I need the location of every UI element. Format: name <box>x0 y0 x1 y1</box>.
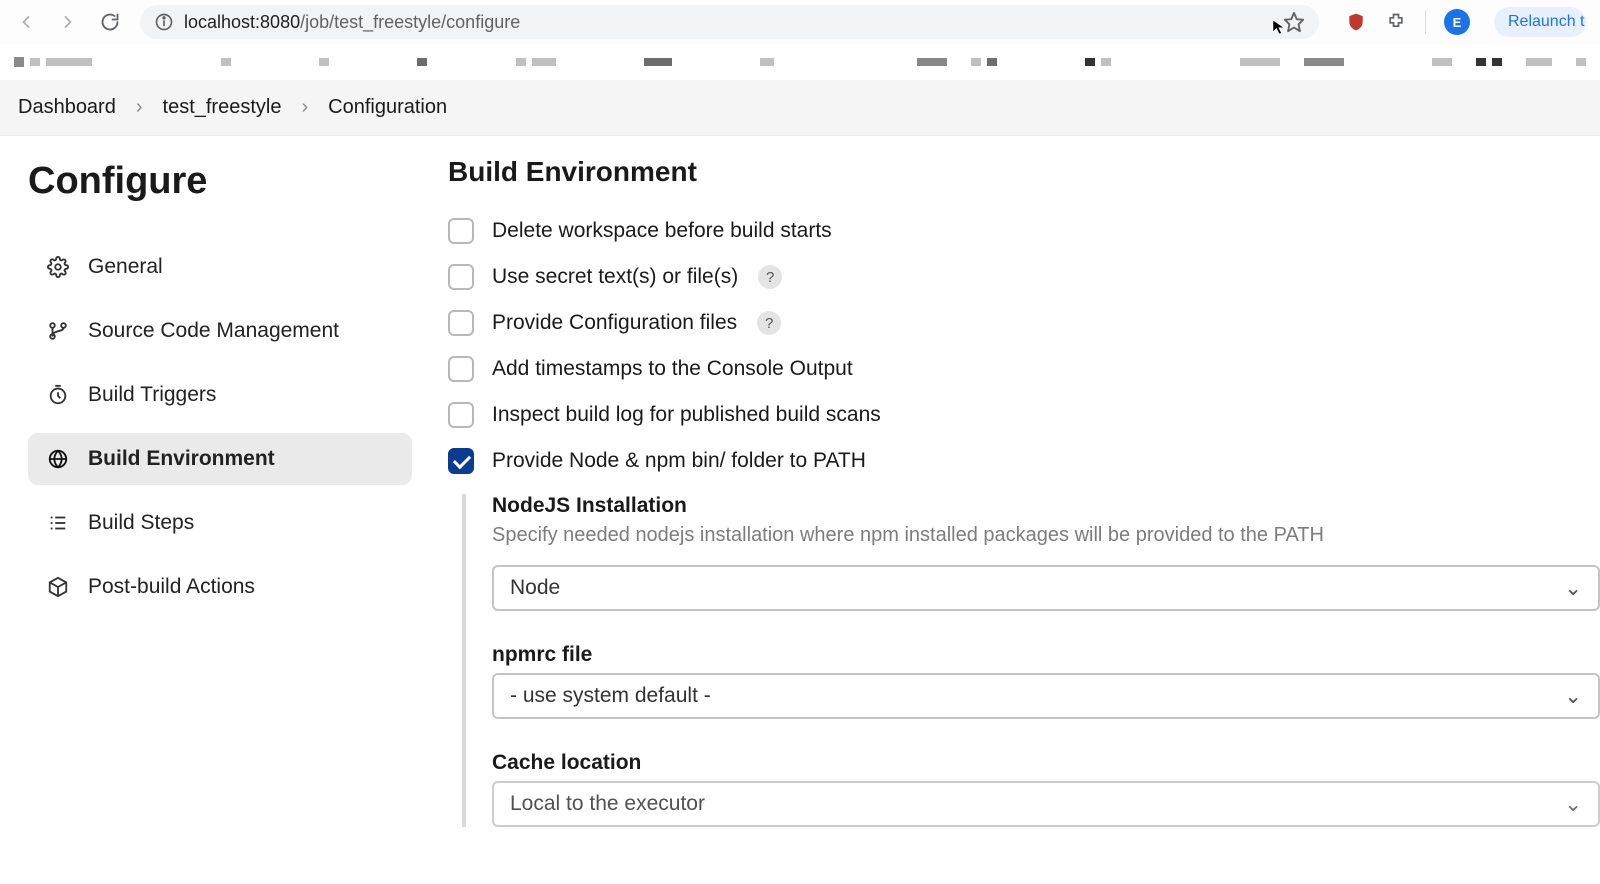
select-value: Local to the executor <box>510 792 705 816</box>
relaunch-button[interactable]: Relaunch t <box>1494 7 1586 37</box>
sidebar-item-general[interactable]: General <box>28 241 412 293</box>
extension-ublock-icon[interactable] <box>1345 11 1367 33</box>
check-node-path[interactable]: Provide Node & npm bin/ folder to PATH <box>448 448 1600 474</box>
checkbox[interactable] <box>448 264 474 290</box>
config-main: Build Environment Delete workspace befor… <box>430 136 1600 835</box>
section-title: Build Environment <box>448 156 1600 188</box>
sidebar-item-steps[interactable]: Build Steps <box>28 497 412 549</box>
chevron-right-icon: › <box>136 96 143 119</box>
reload-button[interactable] <box>98 10 122 34</box>
select-cache[interactable]: Local to the executor ⌄ <box>492 781 1600 827</box>
browser-actions: E Relaunch t <box>1337 7 1586 37</box>
reload-icon <box>100 12 120 32</box>
chevron-down-icon: ⌄ <box>1564 576 1582 601</box>
checkbox[interactable] <box>448 356 474 382</box>
bookmark-star-icon[interactable] <box>1283 11 1305 33</box>
sidebar-item-triggers[interactable]: Build Triggers <box>28 369 412 421</box>
select-node-install[interactable]: Node ⌄ <box>492 565 1600 611</box>
node-config-block: NodeJS Installation Specify needed nodej… <box>462 494 1600 827</box>
select-value: Node <box>510 576 560 600</box>
sidebar-item-postbuild[interactable]: Post-build Actions <box>28 561 412 613</box>
bookmarks-bar <box>0 44 1600 80</box>
select-value: - use system default - <box>510 684 711 708</box>
check-label: Inspect build log for published build sc… <box>492 403 881 427</box>
check-label: Delete workspace before build starts <box>492 219 832 243</box>
sidebar-item-scm[interactable]: Source Code Management <box>28 305 412 357</box>
browser-toolbar: localhost:8080/job/test_freestyle/config… <box>0 0 1600 44</box>
globe-icon <box>46 447 70 471</box>
check-label: Use secret text(s) or file(s) <box>492 265 738 289</box>
checkbox[interactable] <box>448 218 474 244</box>
field-label-node-install: NodeJS Installation <box>492 494 1600 518</box>
package-icon <box>46 575 70 599</box>
sidebar-item-label: Build Triggers <box>88 383 216 407</box>
sidebar-item-label: Source Code Management <box>88 319 339 343</box>
checkbox-checked[interactable] <box>448 448 474 474</box>
url-text: localhost:8080/job/test_freestyle/config… <box>184 12 520 33</box>
checkbox[interactable] <box>448 310 474 336</box>
list-tree-icon <box>46 511 70 535</box>
breadcrumb-item[interactable]: Configuration <box>328 96 447 119</box>
chevron-down-icon: ⌄ <box>1564 792 1582 817</box>
site-info-icon[interactable] <box>154 12 174 32</box>
check-timestamps[interactable]: Add timestamps to the Console Output <box>448 356 1600 382</box>
sidebar-item-label: Post-build Actions <box>88 575 255 599</box>
arrow-right-icon <box>58 12 78 32</box>
sidebar-item-label: General <box>88 255 163 279</box>
check-label: Add timestamps to the Console Output <box>492 357 853 381</box>
sidebar-item-label: Build Steps <box>88 511 194 535</box>
back-button[interactable] <box>14 10 38 34</box>
check-label: Provide Configuration files <box>492 311 737 335</box>
checkbox[interactable] <box>448 402 474 428</box>
check-secret-text[interactable]: Use secret text(s) or file(s) ? <box>448 264 1600 290</box>
check-buildscans[interactable]: Inspect build log for published build sc… <box>448 402 1600 428</box>
sidebar-item-label: Build Environment <box>88 447 275 471</box>
check-label: Provide Node & npm bin/ folder to PATH <box>492 449 866 473</box>
forward-button[interactable] <box>56 10 80 34</box>
help-icon[interactable]: ? <box>758 265 782 289</box>
breadcrumb-item[interactable]: Dashboard <box>18 96 116 119</box>
field-label-cache: Cache location <box>492 751 1600 775</box>
config-sidebar: Configure General Source Code Management… <box>0 136 430 835</box>
gear-icon <box>46 255 70 279</box>
field-label-npmrc: npmrc file <box>492 643 1600 667</box>
sidebar-item-environment[interactable]: Build Environment <box>28 433 412 485</box>
breadcrumb: Dashboard › test_freestyle › Configurati… <box>0 80 1600 136</box>
help-icon[interactable]: ? <box>757 311 781 335</box>
field-desc-node-install: Specify needed nodejs installation where… <box>492 524 1600 547</box>
arrow-left-icon <box>16 12 36 32</box>
chevron-down-icon: ⌄ <box>1564 684 1582 709</box>
profile-avatar[interactable]: E <box>1444 9 1470 35</box>
git-branch-icon <box>46 319 70 343</box>
select-npmrc[interactable]: - use system default - ⌄ <box>492 673 1600 719</box>
check-config-files[interactable]: Provide Configuration files ? <box>448 310 1600 336</box>
timer-icon <box>46 383 70 407</box>
address-bar[interactable]: localhost:8080/job/test_freestyle/config… <box>140 5 1319 39</box>
breadcrumb-item[interactable]: test_freestyle <box>163 96 282 119</box>
check-delete-workspace[interactable]: Delete workspace before build starts <box>448 218 1600 244</box>
extensions-puzzle-icon[interactable] <box>1385 11 1407 33</box>
page-title: Configure <box>28 160 412 203</box>
chevron-right-icon: › <box>301 96 308 119</box>
